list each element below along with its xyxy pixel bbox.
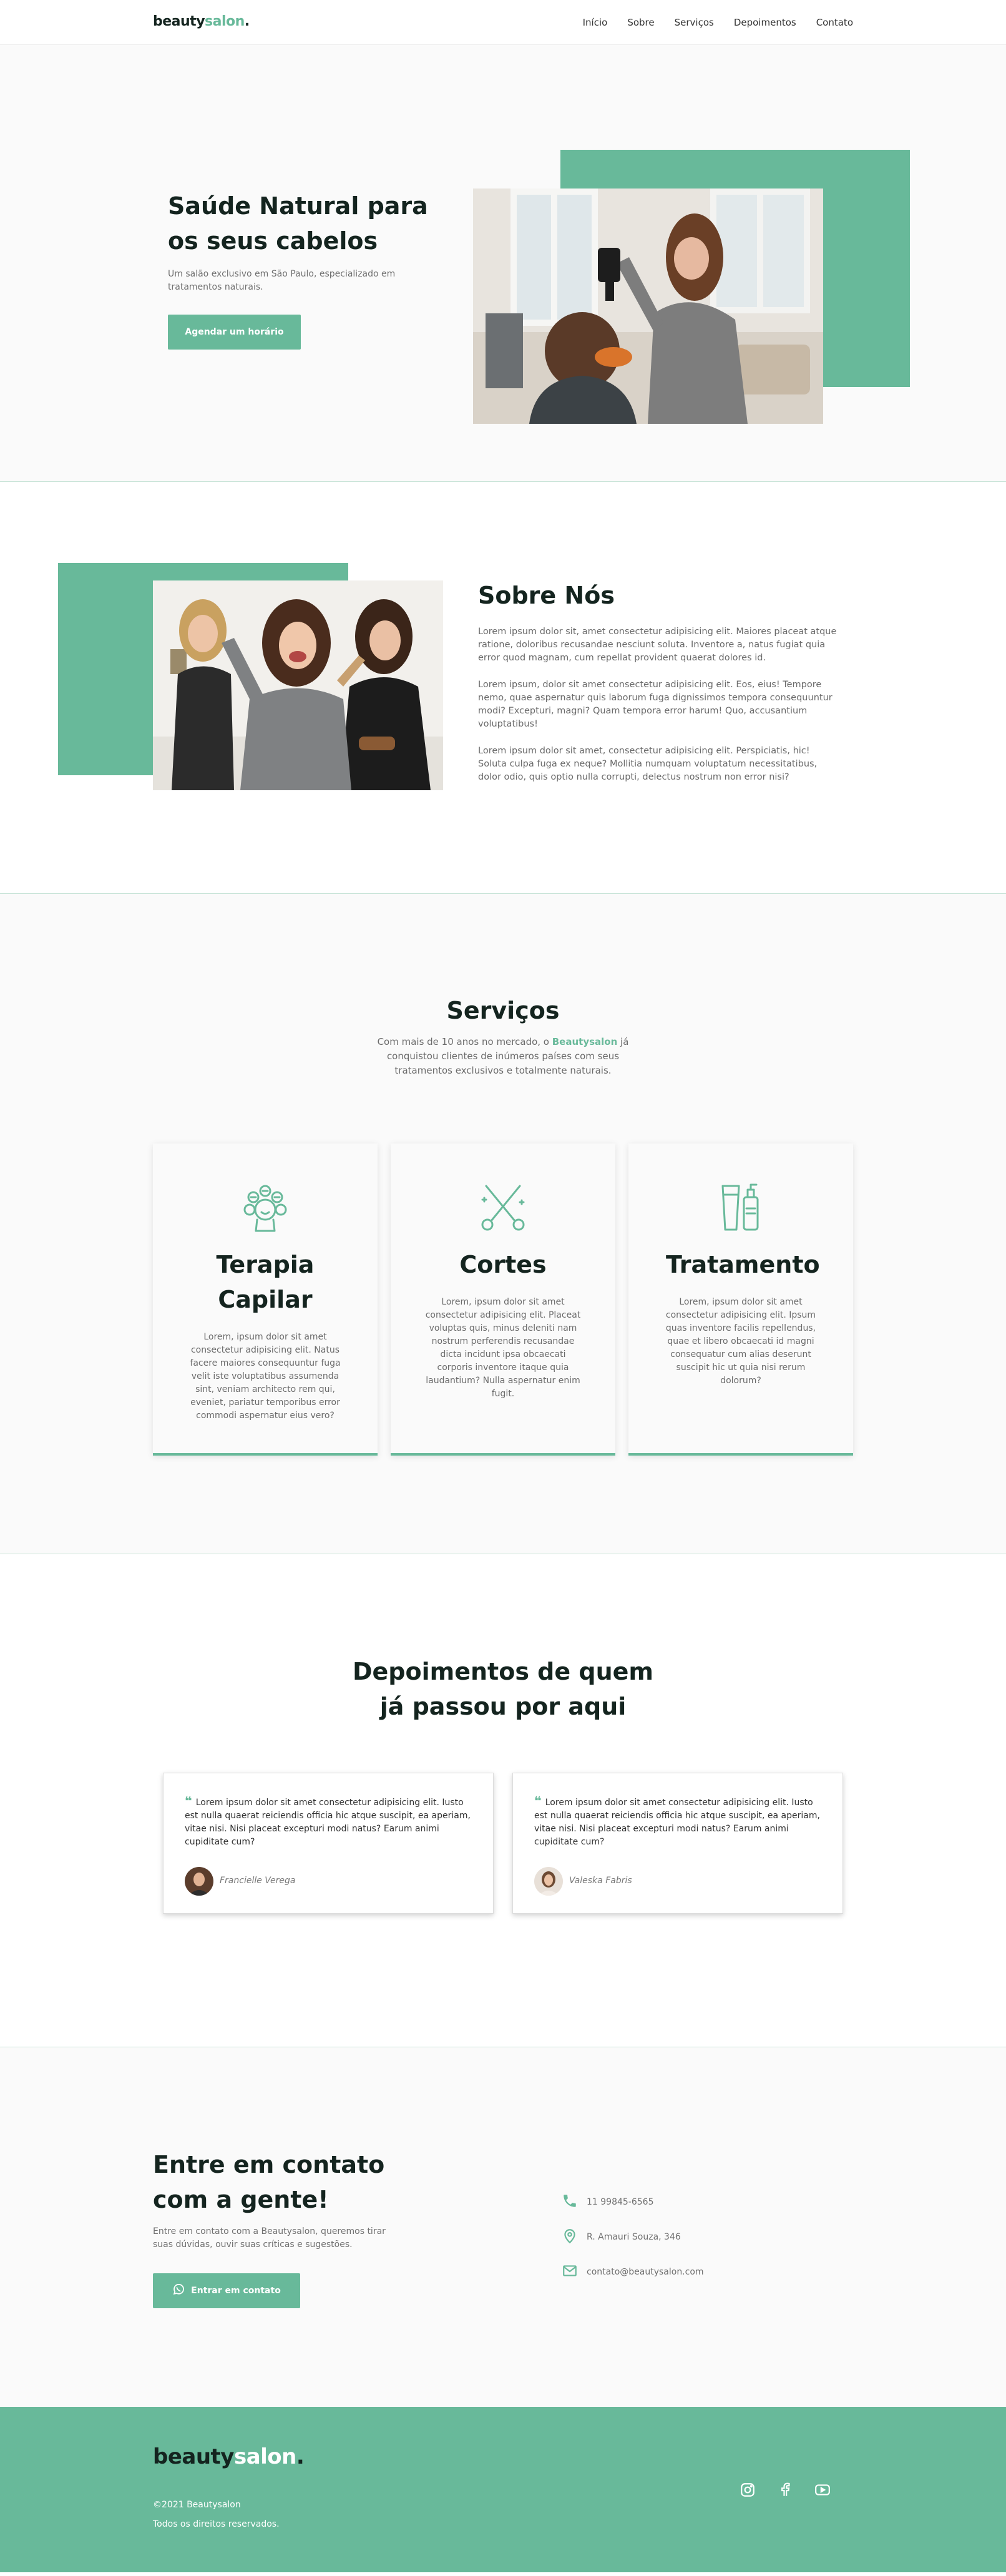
contact-subtitle: Entre em contato com a Beautysalon, quer… (153, 2226, 386, 2250)
about-title: Sobre Nós (478, 582, 615, 609)
contact-email[interactable]: contato@beautysalon.com (562, 2255, 704, 2290)
services-intro: Com mais de 10 anos no mercado, o Beauty… (359, 1035, 647, 1078)
avatar (534, 1867, 563, 1896)
service-card-cortes[interactable]: Cortes Lorem, ipsum dolor sit amet conse… (391, 1144, 615, 1456)
contact-address[interactable]: R. Amauri Souza, 346 (562, 2220, 704, 2255)
quote-icon: ❝ (534, 1793, 542, 1808)
service-card-terapia[interactable]: Terapia Capilar Lorem, ipsum dolor sit a… (153, 1144, 378, 1456)
email-text: contato@beautysalon.com (587, 2267, 704, 2277)
about-section: Sobre Nós Lorem ipsum dolor sit, amet co… (0, 482, 1006, 894)
footer-copyright: ©2021 Beautysalon Todos os direitos rese… (153, 2495, 280, 2534)
about-paragraph: Lorem ipsum dolor sit amet, consectetur … (478, 746, 818, 782)
services-intro-brand: Beautysalon (552, 1036, 618, 1047)
testimonial-quote: ❝ Lorem ipsum dolor sit amet consectetur … (534, 1795, 828, 1849)
about-photo (153, 580, 443, 790)
nav-item-contato[interactable]: Contato (816, 17, 853, 28)
instagram-icon[interactable] (740, 2482, 756, 2498)
contact-section: Entre em contato com a gente! Entre em c… (0, 2047, 1006, 2407)
service-title: Cortes (459, 1251, 547, 1278)
mail-icon (562, 2263, 578, 2281)
address-text: R. Amauri Souza, 346 (587, 2232, 681, 2242)
testimonial-text: Lorem ipsum dolor sit amet consectetur a… (185, 1798, 471, 1847)
copyright-text: ©2021 Beautysalon (153, 2500, 241, 2510)
nav-item-servicos[interactable]: Serviços (675, 17, 714, 28)
logo-accent: salon (233, 2444, 296, 2469)
services-section: Serviços Com mais de 10 anos no mercado,… (0, 894, 1006, 1554)
service-description: Lorem, ipsum dolor sit amet consectetur … (190, 1332, 341, 1421)
hair-curlers-icon (238, 1181, 292, 1235)
nav-item-depoimentos[interactable]: Depoimentos (734, 17, 796, 28)
service-description: Lorem, ipsum dolor sit amet consectetur … (665, 1297, 816, 1386)
about-paragraph: Lorem ipsum dolor sit, amet consectetur … (478, 627, 837, 663)
schedule-button[interactable]: Agendar um horário (168, 315, 301, 350)
logo-main: beauty (153, 2444, 234, 2469)
contact-phone[interactable]: 11 99845-6565 (562, 2185, 704, 2220)
testimonials-section: Depoimentos de quem já passou por aqui ❝… (0, 1554, 1006, 2047)
testimonial-card: ❝ Lorem ipsum dolor sit amet consectetur … (163, 1773, 494, 1914)
nav-menu: Início Sobre Serviços Depoimentos Contat… (583, 17, 853, 28)
logo-dot: . (244, 14, 250, 29)
hero-subtitle: Um salão exclusivo em São Paulo, especia… (168, 269, 396, 292)
whatsapp-icon (172, 2283, 185, 2298)
hero-section: Saúde Natural para os seus cabelos Um sa… (0, 45, 1006, 482)
about-text: Lorem ipsum dolor sit, amet consectetur … (478, 625, 840, 798)
social-links (740, 2482, 831, 2498)
nav-item-inicio[interactable]: Início (583, 17, 608, 28)
service-title: Terapia Capilar (216, 1251, 315, 1313)
testimonial-quote: ❝ Lorem ipsum dolor sit amet consectetur … (185, 1795, 478, 1849)
nav-item-sobre[interactable]: Sobre (627, 17, 654, 28)
footer: beautysalon. ©2021 Beautysalon Todos os … (0, 2407, 1006, 2572)
testimonial-author: Valeska Fabris (569, 1876, 632, 1886)
service-title: Tratamento (666, 1251, 820, 1278)
phone-number: 11 99845-6565 (587, 2197, 654, 2207)
footer-logo[interactable]: beautysalon. (153, 2444, 305, 2469)
service-description: Lorem, ipsum dolor sit amet consectetur … (425, 1297, 581, 1399)
rights-text: Todos os direitos reservados. (153, 2519, 280, 2529)
contact-info: 11 99845-6565 R. Amauri Souza, 346 conta… (562, 2185, 704, 2290)
quote-icon: ❝ (185, 1793, 192, 1808)
navbar: beautysalon. Início Sobre Serviços Depoi… (0, 0, 1006, 45)
phone-icon (562, 2193, 578, 2211)
hero-title: Saúde Natural para os seus cabelos (168, 192, 428, 255)
testimonial-author: Francielle Verega (220, 1876, 296, 1886)
contact-button-label: Entrar em contato (191, 2286, 281, 2296)
logo-accent: salon (205, 14, 245, 29)
contact-button[interactable]: Entrar em contato (153, 2273, 300, 2308)
cosmetics-bottles-icon (714, 1181, 768, 1235)
logo-main: beauty (153, 14, 205, 29)
testimonial-text: Lorem ipsum dolor sit amet consectetur a… (534, 1798, 820, 1847)
scissors-comb-icon (476, 1181, 530, 1235)
hero-photo (473, 189, 823, 424)
logo-dot: . (296, 2444, 305, 2469)
about-paragraph: Lorem ipsum, dolor sit amet consectetur … (478, 680, 833, 729)
services-title: Serviços (446, 997, 560, 1024)
youtube-icon[interactable] (814, 2482, 831, 2498)
testimonial-card: ❝ Lorem ipsum dolor sit amet consectetur … (512, 1773, 843, 1914)
service-card-tratamento[interactable]: Tratamento Lorem, ipsum dolor sit amet c… (628, 1144, 853, 1456)
contact-title: Entre em contato com a gente! (153, 2151, 385, 2213)
facebook-icon[interactable] (777, 2482, 793, 2498)
services-intro-start: Com mais de 10 anos no mercado, o (377, 1036, 552, 1047)
testimonials-title: Depoimentos de quem já passou por aqui (352, 1658, 653, 1720)
avatar (185, 1867, 213, 1896)
logo[interactable]: beautysalon. (153, 14, 250, 29)
location-pin-icon (562, 2228, 578, 2246)
